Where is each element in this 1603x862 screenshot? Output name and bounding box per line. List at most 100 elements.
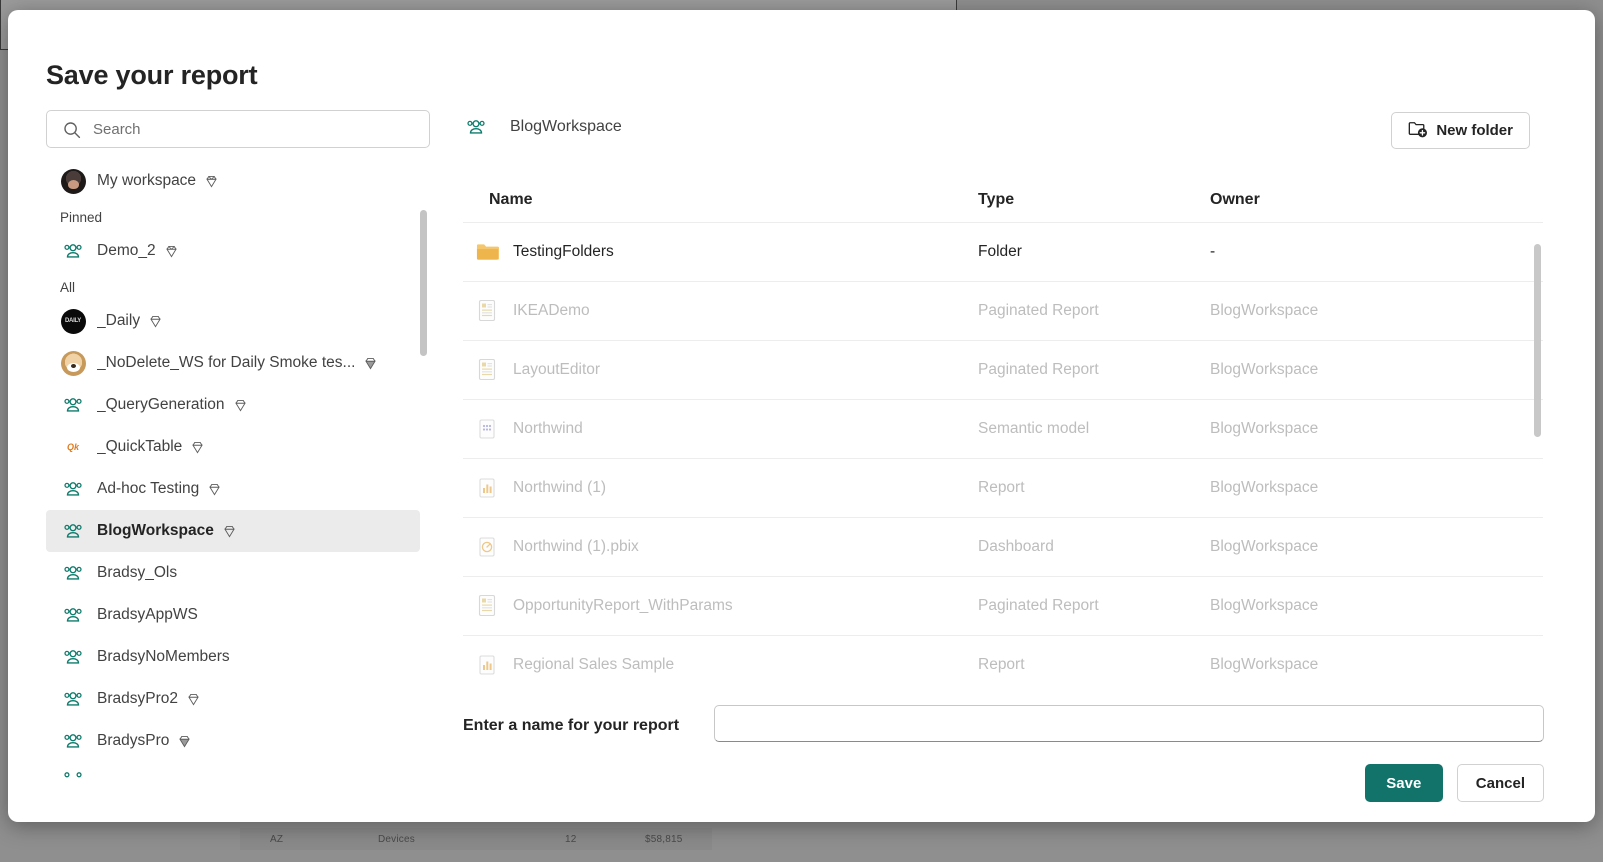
sidebar-item-daily[interactable]: DAILY _Daily [46, 300, 420, 342]
sidebar-item-label: BradsyPro2 [97, 690, 178, 707]
sidebar-item-label: Bradsy_Ols [97, 564, 178, 581]
sidebar-item-label: BradysPro [97, 732, 170, 749]
sidebar-item-querygeneration[interactable]: _QueryGeneration [46, 384, 420, 426]
dashboard-icon [475, 534, 499, 560]
sidebar-item-label: My workspace [97, 172, 197, 189]
cell-type: Report [978, 656, 1025, 673]
new-folder-button-label: New folder [1436, 122, 1513, 139]
cell-owner: BlogWorkspace [1210, 479, 1319, 496]
cell-owner: BlogWorkspace [1210, 302, 1319, 319]
new-folder-button[interactable]: New folder [1391, 112, 1530, 149]
gem-icon [207, 482, 222, 497]
folder-icon [475, 239, 499, 265]
cell-type: Semantic model [978, 420, 1090, 437]
sidebar-group-pinned: Pinned [60, 209, 103, 225]
gem-icon [190, 440, 205, 455]
gem-dark-icon [363, 356, 378, 371]
search-box[interactable] [46, 110, 430, 148]
cell-type: Paginated Report [978, 302, 1099, 319]
avatar: DAILY [60, 308, 86, 334]
gem-icon [164, 244, 179, 259]
sidebar-item-bradyspro[interactable]: BradysPro [46, 720, 420, 762]
sidebar-item-partial[interactable] [46, 762, 420, 804]
column-header-owner[interactable]: Owner [1210, 191, 1510, 209]
sidebar-item-bradsypro2[interactable]: BradsyPro2 [46, 678, 420, 720]
cell-name: Northwind (1).pbix [513, 538, 639, 555]
sidebar-scrollbar-thumb[interactable] [420, 210, 427, 356]
table-body: TestingFolders Folder - IKEADemo Paginat… [463, 222, 1543, 694]
save-report-dialog: Save your report My workspace [8, 10, 1595, 822]
sidebar-item-label: BradsyNoMembers [97, 648, 230, 665]
workspace-group-icon [60, 686, 86, 712]
avatar: Qk [60, 434, 86, 460]
workspace-group-icon [463, 114, 489, 140]
cell-type: Dashboard [978, 538, 1054, 555]
gem-icon [148, 314, 163, 329]
sidebar-item-label: _QuickTable [97, 438, 183, 455]
column-header-type[interactable]: Type [978, 191, 1210, 209]
search-icon [63, 121, 81, 139]
background-cell-amount: $58,815 [645, 833, 683, 845]
sidebar-item-label: Ad-hoc Testing [97, 480, 200, 497]
sidebar-item-ad-hoc-testing[interactable]: Ad-hoc Testing [46, 468, 420, 510]
save-button[interactable]: Save [1364, 764, 1443, 802]
workspace-group-icon [60, 476, 86, 502]
gem-icon [186, 692, 201, 707]
table-row: LayoutEditor Paginated Report BlogWorksp… [463, 340, 1543, 399]
gem-icon [222, 524, 237, 539]
table-row: Northwind Semantic model BlogWorkspace [463, 399, 1543, 458]
cell-name: TestingFolders [513, 243, 614, 260]
table-row: Northwind (1).pbix Dashboard BlogWorkspa… [463, 517, 1543, 576]
cell-name: LayoutEditor [513, 361, 601, 378]
gem-dark-icon [177, 734, 192, 749]
workspace-picker-pane: My workspace Pinned [46, 110, 432, 810]
column-header-name[interactable]: Name [463, 191, 978, 209]
sidebar-item-bradsynomembers[interactable]: BradsyNoMembers [46, 636, 420, 678]
cell-name: Northwind (1) [513, 479, 607, 496]
cell-name: IKEADemo [513, 302, 590, 319]
sidebar-item-label: _QueryGeneration [97, 396, 225, 413]
avatar [60, 350, 86, 376]
table-row: Regional Sales Sample Report BlogWorkspa… [463, 635, 1543, 694]
sidebar-group-all: All [60, 279, 76, 295]
cell-owner: BlogWorkspace [1210, 420, 1319, 437]
sidebar-item-nodelete-ws[interactable]: _NoDelete_WS for Daily Smoke tes... [46, 342, 420, 384]
cell-name: Regional Sales Sample [513, 656, 675, 673]
page-title: Save your report [46, 60, 258, 90]
table-row: IKEADemo Paginated Report BlogWorkspace [463, 281, 1543, 340]
table-scrollbar-thumb[interactable] [1534, 244, 1541, 437]
cancel-button[interactable]: Cancel [1456, 764, 1544, 802]
sidebar-item-demo-2[interactable]: Demo_2 [46, 230, 420, 272]
sidebar-item-my-workspace[interactable]: My workspace [46, 160, 420, 202]
workspace-group-icon [60, 644, 86, 670]
semantic-model-icon [475, 416, 499, 442]
report-icon [475, 652, 499, 678]
cell-owner: BlogWorkspace [1210, 597, 1319, 614]
sidebar-item-bradsyappws[interactable]: BradsyAppWS [46, 594, 420, 636]
paginated-report-icon [475, 357, 499, 383]
sidebar-item-quicktable[interactable]: Qk _QuickTable [46, 426, 420, 468]
search-input[interactable] [91, 111, 411, 147]
table-row: OpportunityReport_WithParams Paginated R… [463, 576, 1543, 635]
sidebar-item-label: Demo_2 [97, 242, 156, 259]
table-header-row: Name Type Owner [463, 178, 1563, 222]
workspace-list[interactable]: My workspace Pinned Demo_2 All DAILY _Da… [46, 160, 432, 810]
gem-icon [233, 398, 248, 413]
breadcrumb-label: BlogWorkspace [510, 118, 622, 135]
table-row[interactable]: TestingFolders Folder - [463, 222, 1543, 281]
report-name-input[interactable] [714, 705, 1544, 742]
cell-owner: - [1210, 243, 1216, 260]
cell-name: Northwind [513, 420, 583, 437]
background-cell-count: 12 [565, 833, 577, 845]
background-cell-category: Devices [378, 833, 415, 845]
cell-owner: BlogWorkspace [1210, 361, 1319, 378]
cell-type: Report [978, 479, 1025, 496]
cell-owner: BlogWorkspace [1210, 538, 1319, 555]
background-table-row: AZ Devices 12 $58,815 [240, 828, 712, 850]
items-table: Name Type Owner TestingFolders Folder - … [463, 178, 1563, 694]
sidebar-item-blogworkspace[interactable]: BlogWorkspace [46, 510, 420, 552]
table-row: Northwind (1) Report BlogWorkspace [463, 458, 1543, 517]
workspace-group-icon [60, 238, 86, 264]
paginated-report-icon [475, 593, 499, 619]
sidebar-item-bradsy-ols[interactable]: Bradsy_Ols [46, 552, 420, 594]
